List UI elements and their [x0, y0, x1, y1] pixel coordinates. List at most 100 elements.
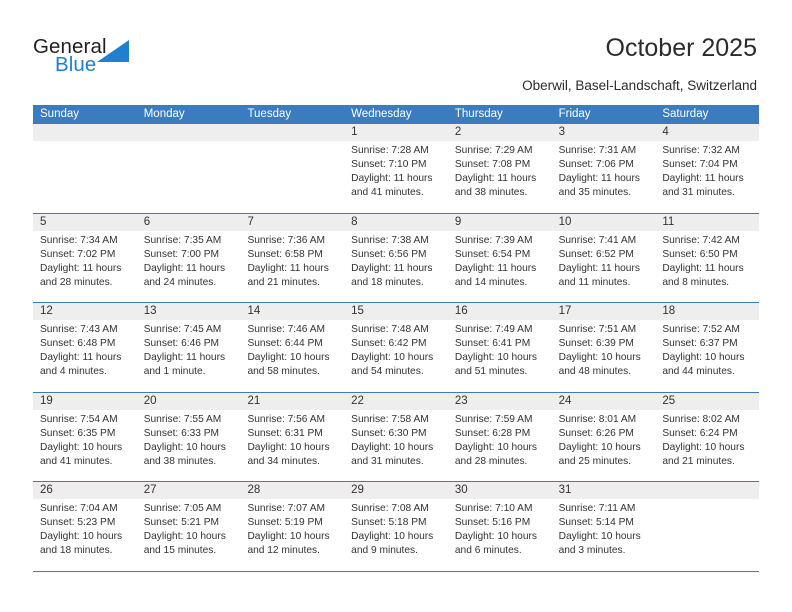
day-cell[interactable]: 1 Sunrise: 7:28 AM Sunset: 7:10 PM Dayli… — [344, 124, 448, 213]
day-cell[interactable]: 14 Sunrise: 7:46 AM Sunset: 6:44 PM Dayl… — [240, 303, 345, 392]
sunrise-text: Sunrise: 7:08 AM — [351, 503, 429, 514]
sunset-text: Sunset: 6:42 PM — [351, 338, 427, 350]
day-cell[interactable] — [136, 124, 241, 213]
day-number: 26 — [40, 484, 53, 496]
day-cell[interactable]: 24 Sunrise: 8:01 AM Sunset: 6:26 PM Dayl… — [551, 392, 656, 481]
day-number: 2 — [454, 126, 462, 138]
day-number: 9 — [454, 215, 462, 228]
sunrise-text: Sunrise: 7:34 AM — [40, 234, 118, 246]
day-number: 29 — [351, 484, 364, 496]
day-details: Sunrise: 7:48 AM Sunset: 6:42 PM Dayligh… — [344, 320, 448, 379]
day-cell[interactable] — [33, 124, 137, 213]
daylight-text-line1: Daylight: 11 hours — [143, 352, 226, 364]
daylight-text-line2: and 18 minutes. — [351, 276, 424, 288]
daylight-text-line1: Daylight: 11 hours — [662, 173, 744, 185]
daylight-text-line2: and 54 minutes. — [351, 366, 424, 378]
daylight-text-line2: and 58 minutes. — [247, 366, 320, 378]
day-cell[interactable]: 31 Sunrise: 7:11 AM Sunset: 5:14 PM Dayl… — [551, 482, 656, 571]
weekday-header-row: Sunday Monday Tuesday Wednesday Thursday… — [33, 105, 759, 124]
triangle-icon — [97, 40, 129, 62]
day-number-band — [240, 124, 345, 141]
sunset-text: Sunset: 6:48 PM — [40, 338, 116, 350]
day-cell[interactable]: 26 Sunrise: 7:04 AM Sunset: 5:23 PM Dayl… — [33, 482, 137, 571]
day-cell[interactable]: 18 Sunrise: 7:52 AM Sunset: 6:37 PM Dayl… — [655, 303, 760, 392]
day-cell[interactable]: 30 Sunrise: 7:10 AM Sunset: 5:16 PM Dayl… — [447, 482, 552, 571]
day-cell[interactable]: 28 Sunrise: 7:07 AM Sunset: 5:19 PM Dayl… — [240, 482, 345, 571]
day-number: 13 — [143, 305, 157, 317]
day-cell[interactable] — [240, 124, 345, 213]
day-cell[interactable]: 29 Sunrise: 7:08 AM Sunset: 5:18 PM Dayl… — [344, 482, 448, 571]
sunset-text: Sunset: 5:16 PM — [454, 517, 531, 529]
day-details: Sunrise: 7:46 AM Sunset: 6:44 PM Dayligh… — [240, 320, 344, 379]
day-cell[interactable]: 3 Sunrise: 7:31 AM Sunset: 7:06 PM Dayli… — [551, 124, 656, 213]
daylight-text-line1: Daylight: 10 hours — [454, 531, 537, 543]
daylight-text-line1: Daylight: 11 hours — [40, 262, 122, 274]
day-cell[interactable]: 6 Sunrise: 7:35 AM Sunset: 7:00 PM Dayli… — [136, 213, 241, 302]
day-cell[interactable]: 21 Sunrise: 7:56 AM Sunset: 6:31 PM Dayl… — [240, 392, 345, 481]
daylight-text-line1: Daylight: 10 hours — [247, 531, 330, 543]
day-cell[interactable]: 8 Sunrise: 7:38 AM Sunset: 6:56 PM Dayli… — [344, 213, 448, 302]
day-cell[interactable]: 7 Sunrise: 7:36 AM Sunset: 6:58 PM Dayli… — [240, 213, 345, 302]
daylight-text-line2: and 44 minutes. — [662, 366, 735, 378]
day-details: Sunrise: 7:31 AM Sunset: 7:06 PM Dayligh… — [552, 141, 656, 200]
day-number-band: 29 — [344, 482, 448, 499]
day-details: Sunrise: 8:02 AM Sunset: 6:24 PM Dayligh… — [655, 410, 759, 469]
day-cell[interactable] — [655, 482, 760, 571]
day-cell[interactable]: 12 Sunrise: 7:43 AM Sunset: 6:48 PM Dayl… — [33, 303, 137, 392]
day-number-band: 24 — [551, 392, 656, 410]
calendar-grid: Sunday Monday Tuesday Wednesday Thursday… — [33, 105, 760, 572]
weekday-header-wednesday: Wednesday — [351, 108, 412, 120]
day-number-band: 9 — [447, 213, 552, 231]
sunrise-text: Sunrise: 7:52 AM — [662, 324, 740, 335]
sunrise-text: Sunrise: 7:35 AM — [143, 234, 222, 246]
daylight-text-line2: and 38 minutes. — [143, 455, 217, 467]
day-details — [33, 141, 137, 144]
day-cell[interactable]: 23 Sunrise: 7:59 AM Sunset: 6:28 PM Dayl… — [447, 392, 552, 481]
logo[interactable]: General Blue — [33, 36, 153, 82]
day-cell[interactable]: 10 Sunrise: 7:41 AM Sunset: 6:52 PM Dayl… — [551, 213, 656, 302]
weekday-header-monday: Monday — [143, 108, 185, 120]
day-cell[interactable]: 5 Sunrise: 7:34 AM Sunset: 7:02 PM Dayli… — [33, 213, 137, 302]
day-cell[interactable]: 17 Sunrise: 7:51 AM Sunset: 6:39 PM Dayl… — [551, 303, 656, 392]
day-cell[interactable]: 11 Sunrise: 7:42 AM Sunset: 6:50 PM Dayl… — [655, 213, 760, 302]
daylight-text-line2: and 25 minutes. — [558, 455, 632, 467]
sunrise-text: Sunrise: 7:36 AM — [247, 234, 326, 246]
day-cell[interactable]: 27 Sunrise: 7:05 AM Sunset: 5:21 PM Dayl… — [136, 482, 241, 571]
day-cell[interactable]: 19 Sunrise: 7:54 AM Sunset: 6:35 PM Dayl… — [33, 392, 137, 481]
day-cell[interactable]: 2 Sunrise: 7:29 AM Sunset: 7:08 PM Dayli… — [447, 124, 552, 213]
sunset-text: Sunset: 6:37 PM — [662, 338, 738, 350]
day-cell[interactable]: 4 Sunrise: 7:32 AM Sunset: 7:04 PM Dayli… — [655, 124, 760, 213]
day-number-band: 13 — [136, 303, 241, 320]
weekday-header-saturday: Saturday — [662, 108, 709, 120]
day-details: Sunrise: 7:54 AM Sunset: 6:35 PM Dayligh… — [33, 410, 137, 469]
daylight-text-line2: and 9 minutes. — [351, 545, 418, 557]
day-number-band: 1 — [344, 124, 448, 141]
page-header: General Blue October 2025 Oberwil, Basel… — [0, 0, 792, 100]
daylight-text-line1: Daylight: 10 hours — [558, 531, 641, 543]
sunset-text: Sunset: 5:23 PM — [40, 517, 116, 529]
day-details: Sunrise: 8:01 AM Sunset: 6:26 PM Dayligh… — [552, 410, 656, 469]
daylight-text-line1: Daylight: 10 hours — [662, 352, 745, 364]
day-cell[interactable]: 9 Sunrise: 7:39 AM Sunset: 6:54 PM Dayli… — [447, 213, 552, 302]
day-cell[interactable]: 22 Sunrise: 7:58 AM Sunset: 6:30 PM Dayl… — [344, 392, 448, 481]
day-number: 24 — [558, 394, 572, 407]
day-number: 21 — [247, 394, 261, 407]
sunset-text: Sunset: 6:30 PM — [351, 427, 427, 439]
daylight-text-line2: and 14 minutes. — [454, 276, 528, 288]
day-number-band: 30 — [447, 482, 552, 499]
day-details — [240, 141, 344, 144]
day-number: 16 — [454, 305, 468, 317]
daylight-text-line2: and 31 minutes. — [662, 187, 735, 199]
day-details — [137, 141, 241, 144]
sunset-text: Sunset: 6:35 PM — [40, 427, 116, 439]
day-details: Sunrise: 7:32 AM Sunset: 7:04 PM Dayligh… — [655, 141, 759, 200]
day-details: Sunrise: 7:49 AM Sunset: 6:41 PM Dayligh… — [448, 320, 552, 379]
sunrise-text: Sunrise: 7:46 AM — [247, 324, 326, 335]
day-cell[interactable]: 15 Sunrise: 7:48 AM Sunset: 6:42 PM Dayl… — [344, 303, 448, 392]
day-cell[interactable]: 16 Sunrise: 7:49 AM Sunset: 6:41 PM Dayl… — [447, 303, 552, 392]
day-cell[interactable]: 25 Sunrise: 8:02 AM Sunset: 6:24 PM Dayl… — [655, 392, 760, 481]
day-cell[interactable]: 20 Sunrise: 7:55 AM Sunset: 6:33 PM Dayl… — [136, 392, 241, 481]
day-cell[interactable]: 13 Sunrise: 7:45 AM Sunset: 6:46 PM Dayl… — [136, 303, 241, 392]
daylight-text-line1: Daylight: 10 hours — [558, 441, 641, 453]
sunset-text: Sunset: 5:18 PM — [351, 517, 427, 529]
